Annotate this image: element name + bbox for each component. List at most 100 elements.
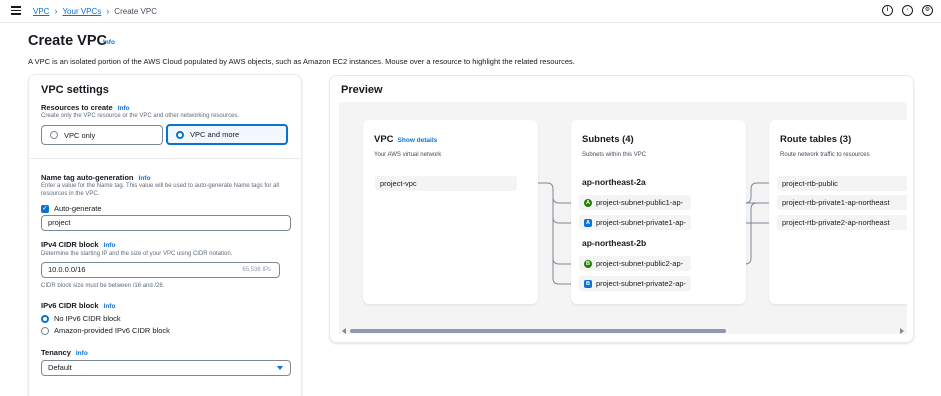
ipv4-cidr-input[interactable]: 10.0.0.0/16 65,536 IPs (41, 262, 280, 278)
ipv6-label: IPv6 CIDR block Info (41, 301, 115, 310)
vpc-resource[interactable]: project-vpc (375, 176, 517, 191)
subnet-private2[interactable]: Bproject-subnet-private2-ap- (579, 276, 691, 291)
vpc-only-option[interactable]: VPC only (41, 125, 163, 145)
breadcrumb-vpc[interactable]: VPC (33, 7, 49, 16)
show-details-link[interactable]: Show details (398, 137, 438, 144)
ipv6-label-text: IPv6 CIDR block (41, 301, 99, 310)
vpc-title-text: VPC (374, 134, 394, 145)
scroll-left-icon[interactable] (342, 328, 346, 334)
tenancy-select[interactable]: Default (41, 360, 291, 376)
tenancy-label-text: Tenancy (41, 348, 71, 357)
notifications-icon[interactable]: · (902, 5, 913, 16)
title-info-link[interactable]: Info (103, 39, 115, 46)
subnet-public1-label: project-subnet-public1-ap- (596, 198, 684, 207)
caret-down-icon (277, 366, 283, 370)
vpc-card-subtitle: Your AWS virtual network (374, 152, 442, 158)
subnets-card-title: Subnets (4) (582, 134, 634, 145)
az-2-label: ap-northeast-2b (582, 238, 647, 248)
settings-icon[interactable]: ⚙ (922, 5, 933, 16)
tenancy-value: Default (48, 363, 72, 372)
subnets-card-subtitle: Subnets within this VPC (582, 152, 647, 158)
auto-generate-label: Auto-generate (54, 204, 102, 213)
ipv4-info-link[interactable]: Info (104, 242, 116, 249)
ipv6-none-label: No IPv6 CIDR block (54, 314, 121, 323)
connector-vpc-private1 (552, 197, 573, 224)
ipv6-info-link[interactable]: Info (104, 303, 116, 310)
vpc-settings-panel: VPC settings Resources to create Info Cre… (28, 74, 302, 396)
ipv6-amazon-label: Amazon-provided IPv6 CIDR block (54, 326, 170, 335)
vpc-and-more-radio[interactable] (176, 130, 184, 139)
ipv6-none-option[interactable]: No IPv6 CIDR block (41, 314, 121, 323)
subnets-card: Subnets (4) Subnets within this VPC ap-n… (571, 120, 746, 304)
vpc-settings-title: VPC settings (41, 84, 109, 96)
route-tables-card-subtitle: Route network traffic to resources (780, 152, 870, 158)
name-tag-input[interactable]: project (41, 215, 291, 231)
tenancy-label: Tenancy Info (41, 348, 88, 357)
name-tag-hint: Enter a value for the Name tag. This val… (41, 183, 280, 197)
route-table-public-label: project-rtb-public (782, 179, 838, 188)
az-1-label: ap-northeast-2a (582, 177, 646, 187)
breadcrumb-current: Create VPC (114, 6, 157, 16)
ipv4-label: IPv4 CIDR block Info (41, 240, 115, 249)
ipv4-ip-count: 65,536 IPs (242, 267, 271, 273)
info-circle-icon[interactable]: i (882, 5, 893, 16)
tenancy-info-link[interactable]: Info (76, 350, 88, 357)
vpc-card-title: VPC Show details (374, 134, 437, 145)
name-tag-label: Name tag auto-generation Info (41, 173, 150, 182)
ipv4-constraint: CIDR block size must be between /16 and … (41, 283, 165, 289)
top-bar: VPC › Your VPCs › Create VPC i · ⚙ (0, 0, 941, 23)
chevron-right-icon: › (54, 6, 58, 16)
scrollbar-thumb[interactable] (350, 329, 726, 333)
route-table-private2[interactable]: project-rtb-private2-ap-northeast (777, 215, 907, 230)
route-tables-card-title: Route tables (3) (780, 134, 852, 145)
name-tag-label-text: Name tag auto-generation (41, 173, 134, 182)
preview-title: Preview (341, 84, 383, 96)
ipv6-amazon-option[interactable]: Amazon-provided IPv6 CIDR block (41, 326, 170, 335)
vpc-only-radio[interactable] (50, 131, 58, 139)
vpc-and-more-label: VPC and more (190, 130, 240, 139)
resources-info-link[interactable]: Info (118, 105, 130, 112)
resources-hint: Create only the VPC resource or the VPC … (41, 113, 240, 119)
chevron-right-icon: › (106, 6, 110, 16)
vpc-only-label: VPC only (64, 130, 96, 140)
name-tag-info-link[interactable]: Info (139, 175, 151, 182)
subnet-public2[interactable]: Bproject-subnet-public2-ap- (579, 256, 691, 271)
ipv6-none-radio[interactable] (41, 314, 49, 323)
route-table-private1[interactable]: project-rtb-private1-ap-northeast (777, 195, 907, 210)
name-tag-value: project (48, 218, 71, 227)
page-title: Create VPC (28, 33, 107, 49)
horizontal-scrollbar[interactable] (339, 326, 907, 336)
breadcrumb: VPC › Your VPCs › Create VPC (33, 6, 157, 16)
divider (29, 158, 301, 159)
vpc-and-more-option[interactable]: VPC and more (166, 124, 288, 145)
public-subnet-icon: A (584, 198, 592, 207)
top-icons: i · ⚙ (882, 5, 933, 16)
subnet-public2-label: project-subnet-public2-ap- (596, 259, 684, 268)
route-table-private1-label: project-rtb-private1-ap-northeast (782, 198, 890, 207)
resources-label: Resources to create Info (41, 103, 130, 112)
subnet-private1-label: project-subnet-private1-ap- (596, 218, 687, 227)
subnet-private2-label: project-subnet-private2-ap- (596, 279, 687, 288)
private-subnet-icon: B (584, 279, 592, 288)
private-subnet-icon: A (584, 218, 592, 227)
subnet-private1[interactable]: Aproject-subnet-private1-ap- (579, 215, 691, 230)
route-tables-card: Route tables (3) Route network traffic t… (769, 120, 907, 304)
scroll-right-icon[interactable] (900, 328, 904, 334)
auto-generate-checkbox[interactable]: ✓ (41, 205, 49, 213)
preview-panel: Preview VPC Show details Your AWS virtual… (329, 75, 914, 343)
ipv4-hint: Determine the starting IP and the size o… (41, 251, 233, 257)
public-subnet-icon: B (584, 259, 592, 268)
subnet-public1[interactable]: Aproject-subnet-public1-ap- (579, 195, 691, 210)
breadcrumb-your-vpcs[interactable]: Your VPCs (62, 7, 101, 16)
connector-vpc-public2 (552, 217, 573, 265)
connector-vpc-private2 (552, 258, 573, 285)
route-table-public[interactable]: project-rtb-public (777, 176, 907, 191)
vpc-resource-label: project-vpc (380, 179, 417, 188)
ipv6-amazon-radio[interactable] (41, 326, 49, 335)
preview-canvas: VPC Show details Your AWS virtual network… (339, 102, 907, 334)
ipv4-cidr-value: 10.0.0.0/16 (48, 265, 86, 274)
ipv4-label-text: IPv4 CIDR block (41, 240, 99, 249)
route-table-private2-label: project-rtb-private2-ap-northeast (782, 218, 890, 227)
page-description: A VPC is an isolated portion of the AWS … (28, 57, 575, 66)
menu-icon[interactable] (11, 6, 21, 15)
